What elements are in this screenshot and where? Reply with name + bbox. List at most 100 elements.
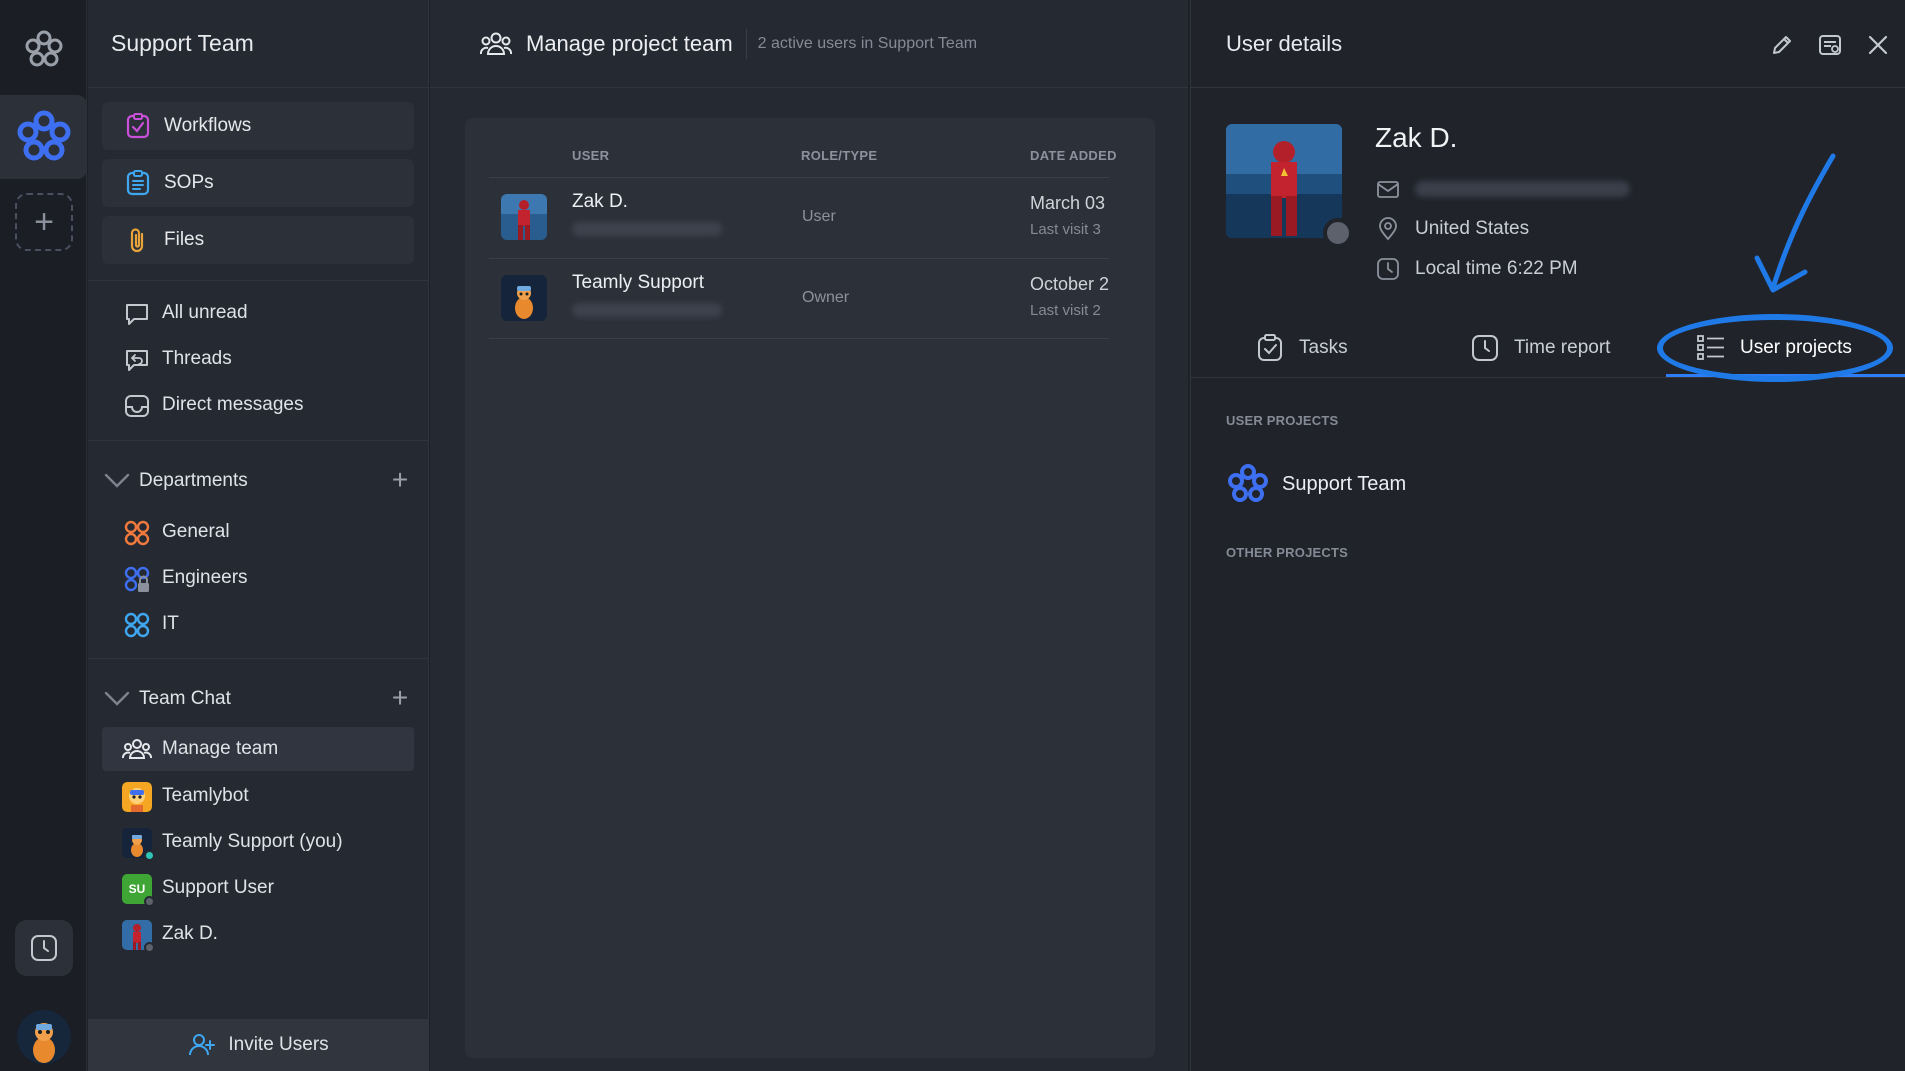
clock-icon bbox=[31, 935, 57, 961]
sidebar-item-label: Threads bbox=[162, 348, 232, 369]
workflows-icon bbox=[126, 113, 150, 139]
threads-icon bbox=[126, 350, 148, 371]
department-label: Engineers bbox=[162, 567, 248, 588]
sops-icon bbox=[126, 170, 150, 196]
user-details-panel: User details Zak D. United States Local … bbox=[1190, 0, 1905, 1071]
paperclip-icon bbox=[130, 228, 144, 253]
annotation-highlight-oval bbox=[1657, 314, 1893, 382]
clipboard-check-icon bbox=[1258, 334, 1282, 361]
initials-avatar: SU bbox=[122, 874, 155, 907]
online-status-dot bbox=[144, 850, 155, 861]
department-locked-icon bbox=[124, 566, 150, 592]
chat-item-zak[interactable]: Zak D. bbox=[102, 913, 414, 955]
location-text: United States bbox=[1415, 218, 1530, 239]
column-header-user[interactable]: USER bbox=[572, 148, 609, 163]
clock-icon bbox=[1377, 258, 1399, 280]
local-time-text: Local time 6:22 PM bbox=[1415, 258, 1578, 279]
sidebar-card-files[interactable]: Files bbox=[102, 216, 414, 264]
open-profile-icon[interactable] bbox=[1817, 32, 1843, 58]
sidebar-item-threads[interactable]: Threads bbox=[102, 338, 414, 380]
table-row[interactable]: Zak D. User March 03 Last visit 3 bbox=[489, 177, 1109, 258]
department-label: IT bbox=[162, 613, 179, 634]
chat-item-teamly-support[interactable]: Teamly Support (you) bbox=[102, 821, 414, 863]
divider bbox=[88, 440, 429, 441]
email-redacted bbox=[1415, 181, 1630, 197]
offline-status-dot bbox=[144, 942, 155, 953]
sidebar-item-all-unread[interactable]: All unread bbox=[102, 292, 414, 334]
workspace-flower-icon bbox=[1228, 464, 1268, 502]
sidebar-card-label: SOPs bbox=[164, 172, 214, 193]
time-tracker-button[interactable] bbox=[15, 920, 73, 976]
sidebar-item-label: Direct messages bbox=[162, 394, 304, 415]
team-icon bbox=[122, 739, 152, 759]
chat-bubble-icon bbox=[126, 304, 148, 325]
chevron-down-icon bbox=[104, 473, 130, 488]
details-header: User details bbox=[1191, 0, 1905, 88]
chevron-down-icon bbox=[104, 691, 130, 706]
add-chat-button[interactable]: + bbox=[386, 684, 414, 713]
workspace-support-team-button[interactable] bbox=[0, 95, 87, 179]
workspace-flower-icon bbox=[17, 110, 71, 161]
invite-users-button[interactable]: Invite Users bbox=[88, 1019, 429, 1071]
team-chat-section-header[interactable]: Team Chat + bbox=[102, 679, 414, 719]
invite-users-label: Invite Users bbox=[228, 1034, 329, 1055]
user-email-redacted bbox=[572, 303, 722, 317]
team-members-table: USER ROLE/TYPE DATE ADDED Zak D. User Ma… bbox=[465, 118, 1155, 1058]
project-name: Support Team bbox=[1282, 472, 1407, 495]
profile-photo bbox=[1226, 124, 1342, 238]
user-role: Owner bbox=[802, 289, 850, 306]
close-icon[interactable] bbox=[1865, 32, 1891, 58]
clock-icon bbox=[1472, 335, 1498, 361]
plus-icon: + bbox=[34, 202, 54, 241]
chat-item-teamlybot[interactable]: Teamlybot bbox=[102, 775, 414, 817]
department-item-it[interactable]: IT bbox=[102, 603, 414, 645]
location-pin-icon bbox=[1379, 217, 1397, 241]
user-avatar bbox=[501, 194, 547, 240]
section-title: Team Chat bbox=[139, 688, 231, 709]
chat-item-label: Zak D. bbox=[162, 923, 218, 944]
section-title: Departments bbox=[139, 470, 248, 491]
page-title: Manage project team bbox=[526, 30, 733, 56]
column-header-role[interactable]: ROLE/TYPE bbox=[801, 148, 877, 163]
project-item-support-team[interactable]: Support Team bbox=[1226, 462, 1406, 506]
tab-label: Time report bbox=[1514, 337, 1611, 358]
department-label: General bbox=[162, 521, 230, 542]
table-row[interactable]: Teamly Support Owner October 2 Last visi… bbox=[489, 258, 1109, 339]
column-header-date-added[interactable]: DATE ADDED bbox=[1030, 148, 1117, 163]
app-window: + Support Team Workflows SOPs Files All … bbox=[0, 0, 1905, 1071]
add-workspace-button[interactable]: + bbox=[15, 193, 73, 251]
last-visit: Last visit 2 bbox=[1030, 302, 1101, 319]
bot-avatar bbox=[122, 782, 152, 812]
avatar-initials: SU bbox=[128, 882, 146, 896]
workspace-rail: + bbox=[0, 0, 87, 1071]
departments-section-header[interactable]: Departments + bbox=[102, 461, 414, 501]
edit-pencil-icon[interactable] bbox=[1769, 32, 1795, 58]
panel-header: Manage project team 2 active users in Su… bbox=[430, 0, 1188, 88]
tab-tasks[interactable]: Tasks bbox=[1255, 328, 1348, 368]
sidebar-card-sops[interactable]: SOPs bbox=[102, 159, 414, 207]
profile-email bbox=[1375, 176, 1630, 202]
add-department-button[interactable]: + bbox=[386, 466, 414, 495]
app-logo-icon[interactable] bbox=[22, 28, 66, 72]
department-item-engineers[interactable]: Engineers bbox=[102, 557, 414, 599]
department-grid-icon bbox=[124, 520, 150, 546]
user-name: Zak D. bbox=[572, 191, 628, 212]
header-separator bbox=[745, 28, 747, 59]
support-avatar bbox=[122, 828, 155, 861]
manage-team-panel: Manage project team 2 active users in Su… bbox=[430, 0, 1188, 1071]
department-item-general[interactable]: General bbox=[102, 511, 414, 553]
chat-item-manage-team[interactable]: Manage team bbox=[102, 727, 414, 771]
tab-time-report[interactable]: Time report bbox=[1470, 328, 1610, 368]
current-user-avatar[interactable] bbox=[17, 1010, 71, 1064]
active-users-count: 2 active users in Support Team bbox=[757, 34, 978, 52]
sidebar-card-label: Workflows bbox=[164, 115, 252, 136]
divider bbox=[88, 280, 429, 281]
support-avatar bbox=[501, 275, 547, 321]
sidebar-card-workflows[interactable]: Workflows bbox=[102, 102, 414, 150]
chat-item-support-user[interactable]: SU Support User bbox=[102, 867, 414, 909]
add-user-icon bbox=[189, 1034, 216, 1056]
sidebar-title: Support Team bbox=[88, 0, 428, 88]
mail-icon bbox=[1377, 181, 1399, 198]
chat-item-label: Manage team bbox=[162, 738, 279, 759]
sidebar-item-direct-messages[interactable]: Direct messages bbox=[102, 384, 414, 426]
